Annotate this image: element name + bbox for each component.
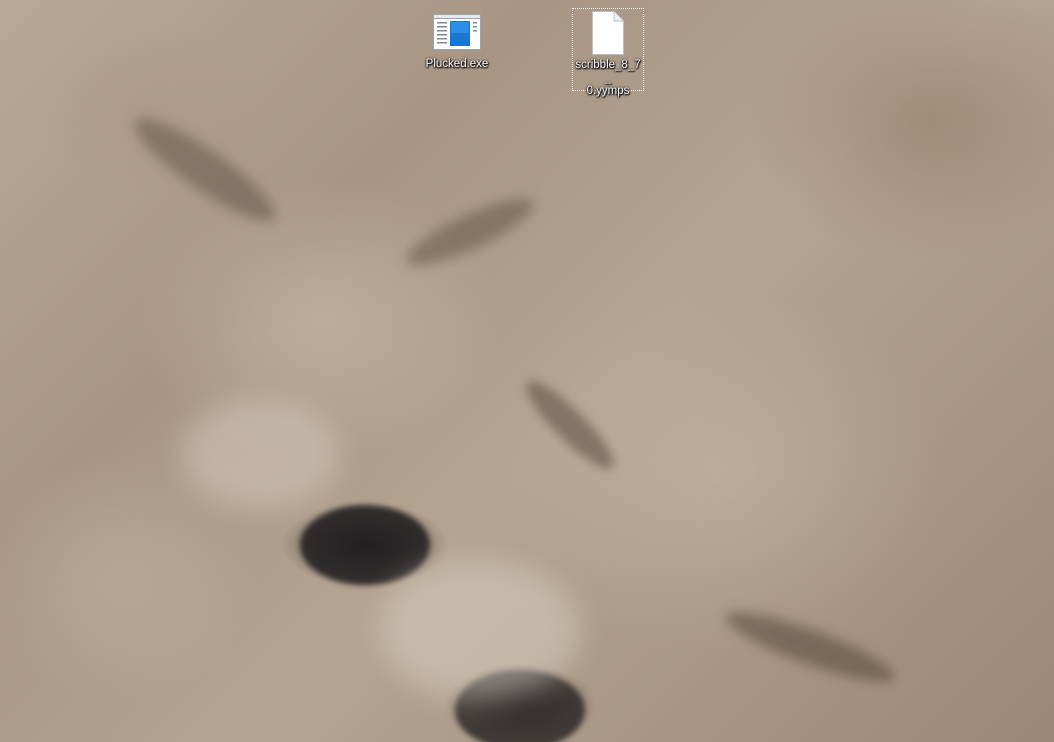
wallpaper-nose-lower <box>455 670 585 742</box>
wallpaper-cheek-highlight <box>180 400 340 510</box>
desktop-wallpaper[interactable]: Plucked.exe scribble_8_7_ 0.yymps <box>0 0 1054 742</box>
wallpaper-nose-upper <box>300 505 430 585</box>
desktop-icon-label: Plucked.exe <box>425 58 489 70</box>
wallpaper-eye-lower-right <box>719 600 901 694</box>
desktop-icon-plucked[interactable]: Plucked.exe <box>421 8 493 71</box>
desktop-icon-scribble[interactable]: scribble_8_7_ 0.yymps <box>572 8 644 97</box>
application-window-icon <box>433 12 481 52</box>
blank-document-icon <box>584 11 632 55</box>
wallpaper-muzzle-highlight <box>380 560 580 700</box>
desktop-icon-label-line2: 0.yymps <box>586 85 630 97</box>
wallpaper-eye-left <box>123 104 287 236</box>
desktop-icon-label-line1: scribble_8_7_ <box>575 59 641 84</box>
wallpaper-eye-lower <box>516 371 624 479</box>
desktop-icon-label: scribble_8_7_ 0.yymps <box>573 59 643 98</box>
wallpaper-eye-right <box>399 187 541 277</box>
